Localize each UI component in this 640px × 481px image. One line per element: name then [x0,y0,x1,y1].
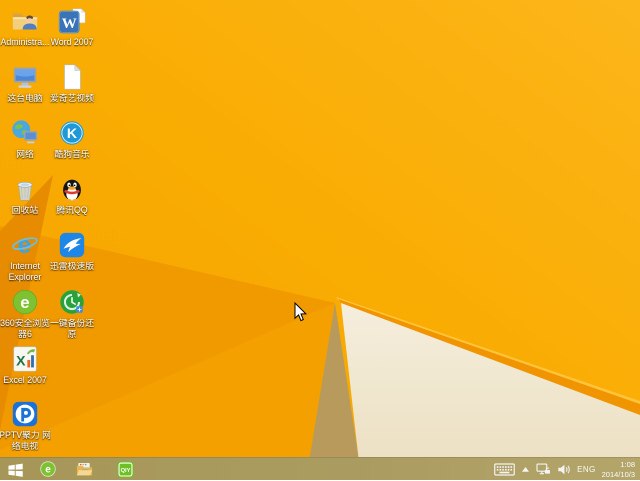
tencent-qq-icon [57,174,87,204]
desktop-icon-internet-explorer[interactable]: e Internet Explorer [2,230,48,282]
svg-text:e: e [45,465,51,476]
desktop-icon-iqiyi-video-doc[interactable]: 爱奇艺视频 [49,62,95,104]
pptv-icon [10,399,40,429]
system-tray: ENG 1:08 2014/10/3 [494,458,637,481]
desktop-icon-tencent-qq[interactable]: 腾讯QQ [49,174,95,216]
svg-text:QIY: QIY [120,467,130,473]
wallpaper [0,0,640,480]
start-button[interactable] [3,459,27,480]
desktop-icon-label: 网络 [16,149,34,159]
desktop-icon-label: 腾讯QQ [56,205,88,215]
svg-text:e: e [18,232,32,259]
network-icon [10,118,40,148]
desktop-icon-recycle-bin[interactable]: 回收站 [2,174,48,216]
volume-icon[interactable] [557,463,571,476]
desktop-icon-label: 360安全浏览器6 [0,318,50,339]
desktop-icon-label: Administra... [0,37,50,47]
desktop-icon-label: 迅雷极速版 [50,261,94,271]
taskbar: e QIY ENG 1:08 2014/10/3 [0,457,640,480]
clock-time: 1:08 [620,460,635,469]
desktop-icon-label: Excel 2007 [3,375,47,385]
desktop-icon-excel-2007[interactable]: X Excel 2007 [2,344,48,386]
recycle-bin-icon [10,174,40,204]
svg-text:X: X [16,353,26,369]
browser-360-icon: e [10,287,40,317]
desktop-icon-browser-360[interactable]: e 360安全浏览器6 [0,287,50,339]
clock[interactable]: 1:08 2014/10/3 [602,460,637,479]
language-indicator[interactable]: ENG [577,465,596,474]
network-status-icon[interactable] [536,463,551,476]
desktop-icon-label: 爱奇艺视频 [50,93,94,103]
internet-explorer-icon: e [10,230,40,260]
onekey-backup-icon [57,287,87,317]
svg-text:e: e [20,293,29,312]
desktop-icon-label: Word 2007 [50,37,94,47]
desktop-icon-label: 回收站 [11,205,39,215]
word-2007-icon: W [57,6,87,36]
show-hidden-icons-icon[interactable] [521,466,530,473]
desktop-icon-label: 酷狗音乐 [54,149,90,159]
desktop-icon-network[interactable]: 网络 [2,118,48,160]
svg-text:K: K [67,125,78,141]
desktop-icon-word-2007[interactable]: W Word 2007 [49,6,95,48]
taskbar-file-explorer-button[interactable] [72,459,96,480]
desktop-icon-this-pc[interactable]: 这台电脑 [2,62,48,104]
iqiyi-video-doc-icon [57,62,87,92]
desktop-icon-label: PPTV聚力 网络电视 [0,430,51,451]
administrator-folder-icon [10,6,40,36]
taskbar-iqiyi-button[interactable]: QIY [113,459,137,480]
desktop-background[interactable]: Administra... W Word 2007 这台电脑 爱奇艺视频 网络 … [0,0,640,480]
desktop-icon-administrator-folder[interactable]: Administra... [0,6,50,48]
desktop-icon-thunder-speed[interactable]: 迅雷极速版 [49,230,95,272]
desktop-icon-pptv[interactable]: PPTV聚力 网络电视 [0,399,51,451]
kugou-music-icon: K [57,118,87,148]
touch-keyboard-icon[interactable] [494,463,515,476]
taskbar-360-browser-button[interactable]: e [36,459,60,480]
desktop-icon-label: Internet Explorer [8,261,42,282]
thunder-speed-icon [57,230,87,260]
desktop-icon-label: 这台电脑 [7,93,43,103]
desktop-icon-kugou-music[interactable]: K 酷狗音乐 [49,118,95,160]
desktop-icon-label: 一键备份还原 [50,318,94,339]
this-pc-icon [10,62,40,92]
svg-text:W: W [62,16,77,32]
desktop-icon-onekey-backup[interactable]: 一键备份还原 [49,287,95,339]
clock-date: 2014/10/3 [601,469,635,479]
excel-2007-icon: X [10,344,40,374]
